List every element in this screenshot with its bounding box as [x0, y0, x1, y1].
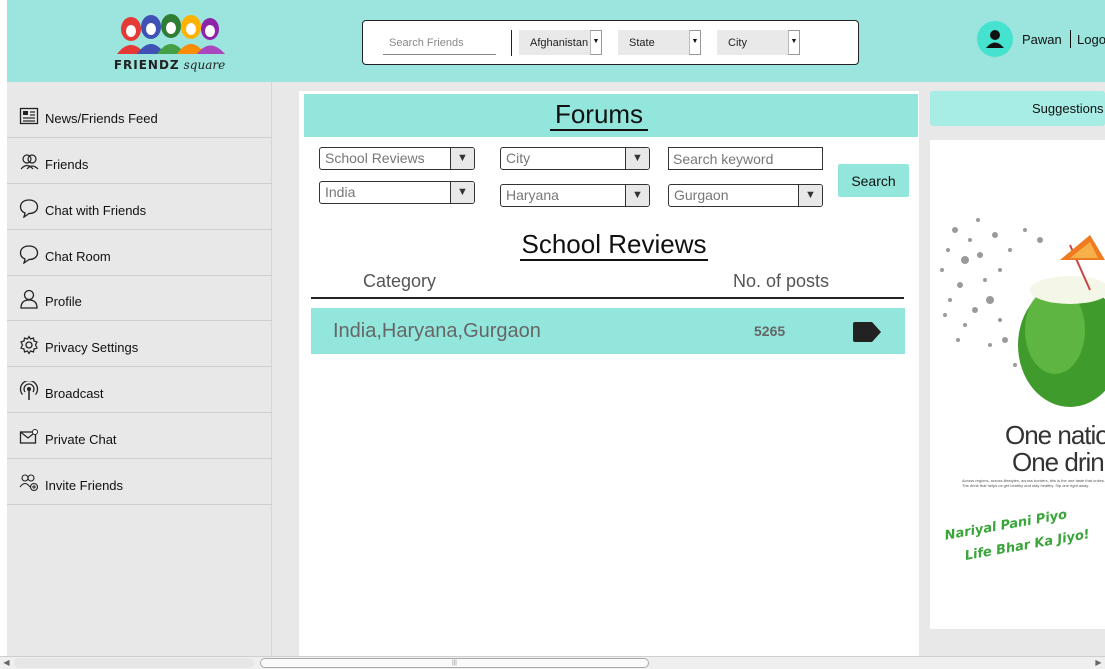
- sidebar-item-news-feed[interactable]: News/Friends Feed: [7, 92, 282, 138]
- forum-country-value: India: [325, 184, 356, 200]
- forum-header: Forums: [304, 94, 918, 137]
- brand-main: FRIENDZ: [113, 58, 180, 72]
- column-header-category: Category: [363, 271, 437, 291]
- friends-group-logo-icon: [117, 14, 225, 54]
- dropdown-arrow-icon: ▼: [625, 148, 649, 169]
- search-friends-input[interactable]: [383, 31, 496, 55]
- ad-fine-print: Across regions, across lifestyles, acros…: [962, 478, 1105, 488]
- sidebar-item-label: Broadcast: [45, 386, 104, 401]
- sidebar-item-label: News/Friends Feed: [45, 111, 158, 126]
- state-select[interactable]: State ▼: [618, 30, 701, 55]
- sidebar-item-profile[interactable]: Profile: [7, 275, 282, 321]
- sidebar-item-privacy-settings[interactable]: Privacy Settings: [7, 321, 282, 367]
- avatar[interactable]: [977, 21, 1013, 57]
- table-row[interactable]: India,Haryana,Gurgaon 5265: [311, 308, 905, 354]
- search-divider: [511, 30, 512, 56]
- app-window: FRIENDZsquare Afghanistan▼ State▼ City▼ …: [0, 0, 1105, 669]
- sidebar-item-label: Privacy Settings: [45, 340, 139, 355]
- horizontal-scrollbar[interactable]: ◀ ||| ▶: [0, 656, 1105, 669]
- newspaper-icon: [19, 107, 39, 125]
- dropdown-arrow-icon: ▼: [590, 30, 602, 55]
- column-header-posts: No. of posts: [733, 271, 830, 291]
- table-divider: [311, 297, 904, 299]
- sidebar-item-friends[interactable]: Friends: [7, 138, 282, 184]
- section-title-text: School Reviews: [519, 229, 709, 261]
- sidebar-item-label: Profile: [45, 294, 82, 309]
- suggestions-header[interactable]: Suggestions: [930, 91, 1105, 126]
- sidebar-item-chat-room[interactable]: Chat Room: [7, 230, 282, 276]
- dropdown-arrow-icon: ▼: [798, 185, 822, 206]
- broadcast-icon: [19, 381, 39, 400]
- scroll-left-arrow-icon[interactable]: ◀: [0, 657, 13, 669]
- sidebar-item-private-chat[interactable]: Private Chat: [7, 413, 282, 459]
- brand-name: FRIENDZ square: [107, 58, 232, 72]
- suggestions-label: Suggestions: [1032, 101, 1104, 116]
- search-button[interactable]: Search: [838, 164, 909, 197]
- city-select[interactable]: City ▼: [717, 30, 800, 55]
- user-icon: [20, 289, 38, 309]
- forum-city-value: City: [506, 150, 531, 166]
- country-select[interactable]: Afghanistan ▼: [519, 30, 602, 55]
- sidebar-item-chat-with-friends[interactable]: Chat with Friends: [7, 184, 282, 230]
- forum-locality-value: Gurgaon: [674, 187, 729, 203]
- state-select-value: State: [629, 37, 655, 49]
- chat-bubble-icon: [19, 199, 39, 218]
- row-post-count: 5265: [754, 323, 786, 339]
- sidebar-item-invite-friends[interactable]: Invite Friends: [7, 459, 282, 505]
- gear-icon: [20, 335, 38, 355]
- forum-type-value: School Reviews: [325, 150, 425, 166]
- section-title: School Reviews: [514, 229, 714, 261]
- row-category: India,Haryana,Gurgaon: [333, 320, 541, 342]
- ad-headline-2: One drink: [1012, 447, 1105, 477]
- tag-icon[interactable]: [852, 321, 882, 343]
- forum-city-select[interactable]: City ▼: [500, 147, 650, 170]
- brand-sub: square: [183, 58, 226, 72]
- coconut-splash-image-icon: [940, 218, 1105, 407]
- header-divider: [1070, 30, 1071, 48]
- scrollbar-thumb[interactable]: |||: [260, 658, 649, 668]
- header-search-bar: Afghanistan▼ State▼ City▼: [362, 20, 859, 65]
- dropdown-arrow-icon: ▼: [788, 30, 800, 55]
- friendz-square-logo[interactable]: FRIENDZ square: [107, 10, 232, 76]
- sidebar-item-label: Chat Room: [45, 249, 111, 264]
- forum-state-select[interactable]: Haryana ▼: [500, 184, 650, 207]
- forum-panel: Forums School Reviews ▼ India ▼ City ▼ Hary…: [299, 91, 919, 656]
- keyword-search-input[interactable]: [668, 147, 823, 170]
- dropdown-arrow-icon: ▼: [450, 148, 474, 169]
- forum-locality-select[interactable]: Gurgaon ▼: [668, 184, 823, 207]
- dropdown-arrow-icon: ▼: [689, 30, 701, 55]
- inner-scroll-track: [14, 658, 254, 668]
- invite-users-icon: [19, 474, 39, 492]
- page-title: Forums: [304, 99, 894, 131]
- sidebar-item-label: Private Chat: [45, 432, 117, 447]
- forum-country-select[interactable]: India ▼: [319, 181, 475, 204]
- user-avatar-icon: [986, 30, 1004, 48]
- advertisement-banner[interactable]: One nation One drink Across regions, acr…: [930, 140, 1105, 629]
- chat-bubble-icon: [19, 245, 39, 264]
- sidebar-item-broadcast[interactable]: Broadcast: [7, 367, 282, 413]
- logout-link[interactable]: Logout: [1077, 32, 1105, 47]
- dropdown-arrow-icon: ▼: [625, 185, 649, 206]
- username[interactable]: Pawan: [1022, 32, 1062, 47]
- dropdown-arrow-icon: ▼: [450, 182, 474, 203]
- forum-state-value: Haryana: [506, 187, 559, 203]
- sidebar-item-label: Friends: [45, 157, 89, 172]
- envelope-icon: [19, 429, 38, 444]
- forum-type-select[interactable]: School Reviews ▼: [319, 147, 475, 170]
- sidebar-item-label: Invite Friends: [45, 478, 124, 493]
- scroll-right-arrow-icon[interactable]: ▶: [1092, 657, 1105, 669]
- top-header: FRIENDZsquare Afghanistan▼ State▼ City▼ …: [7, 0, 1105, 82]
- page-title-text: Forums: [549, 99, 649, 131]
- sidebar-item-label: Chat with Friends: [45, 203, 147, 218]
- country-select-value: Afghanistan: [530, 37, 589, 49]
- city-select-value: City: [728, 37, 747, 49]
- friends-icon: [20, 154, 39, 170]
